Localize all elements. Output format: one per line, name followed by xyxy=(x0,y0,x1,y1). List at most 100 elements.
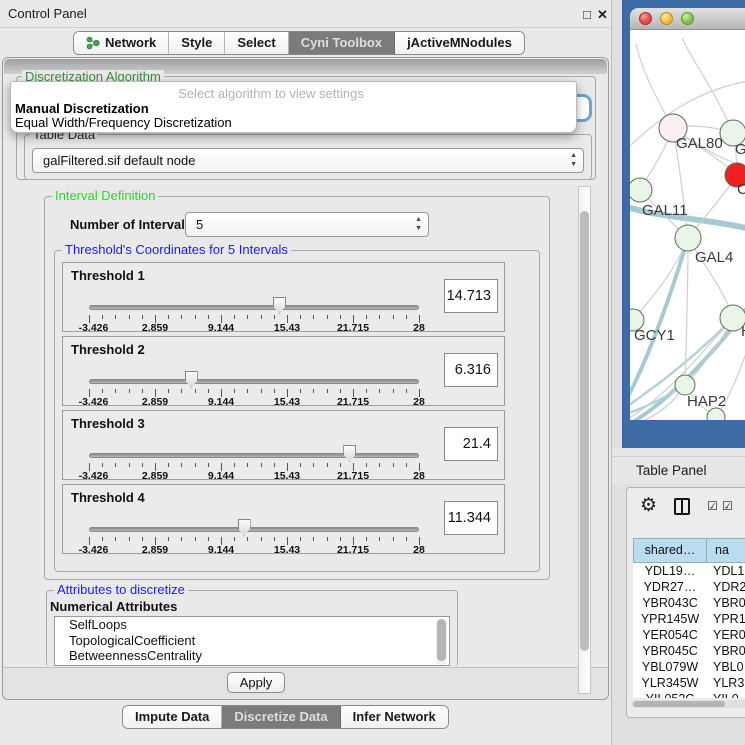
slider-thumb[interactable] xyxy=(238,519,251,536)
tick-mark xyxy=(366,537,367,541)
attributes-list-scrollbar[interactable] xyxy=(436,619,447,665)
table-data-combobox[interactable]: galFiltered.sif default node ▲▼ xyxy=(32,148,584,173)
table-row[interactable]: YER054CYER0 xyxy=(633,627,745,643)
network-node[interactable] xyxy=(675,375,695,395)
tab-impute-data[interactable]: Impute Data xyxy=(123,706,222,728)
list-item[interactable]: SelfLoops xyxy=(55,617,449,633)
slider-track[interactable] xyxy=(89,453,419,458)
cell-shared-name: YIL052C xyxy=(633,691,707,698)
tab-infer-network[interactable]: Infer Network xyxy=(341,706,448,728)
popup-option-equal-width-frequency[interactable]: Equal Width/Frequency Discretization xyxy=(15,115,232,130)
network-graph[interactable]: GAL80GCGAL11GAL4GCY1HHAP2 xyxy=(630,30,745,420)
popup-option-manual-discretization[interactable]: Manual Discretization xyxy=(15,101,149,116)
cell-shared-name: YPR145W xyxy=(633,611,707,627)
table-row[interactable]: YBL079WYBL0 xyxy=(633,659,745,675)
column-header-shared-name[interactable]: shared… xyxy=(633,538,707,563)
close-icon[interactable]: ✕ xyxy=(597,7,608,23)
tick-mark xyxy=(406,463,407,467)
network-edge[interactable] xyxy=(682,38,733,133)
threshold-value-field[interactable]: 21.4 xyxy=(444,427,498,461)
tab-discretize-data[interactable]: Discretize Data xyxy=(222,706,340,728)
table-row[interactable]: YBR043CYBR0 xyxy=(633,595,745,611)
tick-mark xyxy=(300,463,301,467)
tab-jactivemnodules[interactable]: jActiveMNodules xyxy=(395,32,524,54)
threshold-value-field[interactable]: 14.713 xyxy=(444,279,498,313)
tab-network[interactable]: Network xyxy=(74,32,169,54)
table-horizontal-scrollbar-thumb[interactable] xyxy=(633,701,725,707)
slider-thumb[interactable] xyxy=(343,445,356,462)
table-horizontal-scrollbar[interactable] xyxy=(631,700,745,708)
panel-vertical-scrollbar[interactable] xyxy=(578,186,591,694)
network-edge[interactable] xyxy=(685,238,688,385)
threshold-value-field[interactable]: 11.344 xyxy=(444,501,498,535)
column-header-name[interactable]: na xyxy=(707,538,745,563)
slider-thumb[interactable] xyxy=(185,371,198,388)
network-window: GAL80GCGAL11GAL4GCY1HHAP2 xyxy=(630,8,745,420)
tick-mark xyxy=(393,463,394,467)
slider-track[interactable] xyxy=(89,379,419,384)
close-traffic-light-icon[interactable] xyxy=(639,12,652,25)
table-header-row: shared… na xyxy=(633,538,745,563)
number-of-intervals-combobox[interactable]: 5 ▲▼ xyxy=(185,212,429,237)
slider-scale-label: 28 xyxy=(413,470,425,482)
slider-track[interactable] xyxy=(89,305,419,310)
cell-shared-name: YDR27… xyxy=(633,579,707,595)
node-attribute-table[interactable]: shared… na YDL19…YDL1YDR27…YDR2YBR043CYB… xyxy=(633,538,745,698)
attributes-list-scrollbar-thumb[interactable] xyxy=(437,619,446,661)
minimize-traffic-light-icon[interactable] xyxy=(660,12,673,25)
tick-mark xyxy=(274,537,275,541)
numerical-attributes-list[interactable]: SelfLoopsTopologicalCoefficientBetweenne… xyxy=(54,616,450,666)
network-edge[interactable] xyxy=(633,238,688,320)
list-item[interactable]: BetweennessCentrality xyxy=(55,648,449,664)
tick-mark xyxy=(115,537,116,541)
slider-scale-labels: -3.4262.8599.14415.4321.71528 xyxy=(89,396,420,407)
tick-mark xyxy=(379,315,380,319)
table-row[interactable]: YLR345WYLR3 xyxy=(633,675,745,691)
tab-style[interactable]: Style xyxy=(169,32,225,54)
network-node[interactable] xyxy=(630,178,652,202)
table-row[interactable]: YPR145WYPR1 xyxy=(633,611,745,627)
table-row[interactable]: YBR045CYBR0 xyxy=(633,643,745,659)
split-columns-icon[interactable] xyxy=(674,498,690,515)
slider-track[interactable] xyxy=(89,527,419,532)
network-node[interactable] xyxy=(675,225,701,251)
slider-scale-labels: -3.4262.8599.14415.4321.71528 xyxy=(89,544,420,555)
tab-discretize-data-label: Discretize Data xyxy=(234,706,327,728)
tab-cyni-toolbox[interactable]: Cyni Toolbox xyxy=(289,32,395,54)
slider-scale-labels: -3.4262.8599.14415.4321.71528 xyxy=(89,470,420,481)
apply-button[interactable]: Apply xyxy=(227,672,285,693)
network-window-titlebar[interactable] xyxy=(630,8,745,30)
tick-mark xyxy=(300,537,301,541)
zoom-traffic-light-icon[interactable] xyxy=(681,12,694,25)
list-item[interactable]: TopologicalCoefficient xyxy=(55,633,449,649)
tick-mark xyxy=(340,389,341,393)
tick-mark xyxy=(102,315,103,319)
network-node-label: GAL4 xyxy=(695,249,733,266)
cell-name: YDR2 xyxy=(707,579,745,595)
table-row[interactable]: YDL19…YDL1 xyxy=(633,563,745,579)
checkbox-icon[interactable]: ☑ xyxy=(722,499,733,513)
slider-scale-label: 28 xyxy=(413,544,425,556)
tick-mark xyxy=(181,463,182,467)
float-window-icon[interactable]: □ xyxy=(583,7,591,22)
tab-select[interactable]: Select xyxy=(225,32,288,54)
slider-scale-label: 28 xyxy=(413,396,425,408)
tick-mark xyxy=(247,463,248,467)
gear-icon[interactable]: ⚙ xyxy=(640,496,657,516)
tick-mark xyxy=(313,315,314,319)
panel-vertical-scrollbar-thumb[interactable] xyxy=(580,211,589,651)
network-node-label: GCY1 xyxy=(634,327,675,344)
tick-mark xyxy=(274,463,275,467)
network-node-label: GAL80 xyxy=(676,135,723,152)
threshold-value-field[interactable]: 6.316 xyxy=(444,353,498,387)
network-canvas[interactable]: GAL80GCGAL11GAL4GCY1HHAP2 xyxy=(630,30,745,420)
tick-mark xyxy=(208,537,209,541)
table-row[interactable]: YDR27…YDR2 xyxy=(633,579,745,595)
table-row[interactable]: YIL052CYIL0 xyxy=(633,691,745,698)
slider-thumb[interactable] xyxy=(273,297,286,314)
algorithm-dropdown-popup: Select algorithm to view settings Manual… xyxy=(10,81,577,133)
slider-scale-label: 28 xyxy=(413,322,425,334)
number-of-intervals-value: 5 xyxy=(196,213,203,236)
checkbox-icon[interactable]: ☑ xyxy=(707,499,718,513)
threshold-box: Threshold 2-3.4262.8599.14415.4321.71528… xyxy=(62,336,505,406)
